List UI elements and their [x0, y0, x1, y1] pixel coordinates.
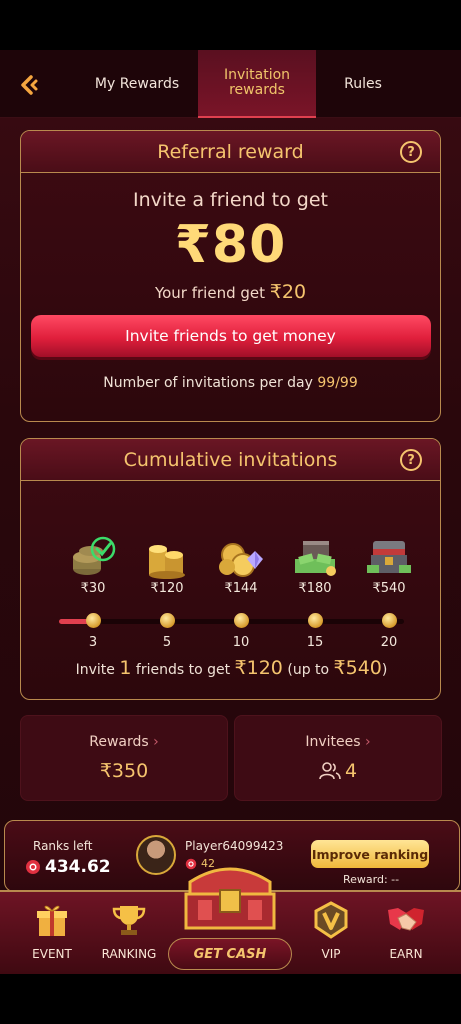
back-arrow-icon — [21, 75, 38, 95]
invitations-per-day-value: 99/99 — [317, 375, 358, 391]
ranks-left-value: 434.62 — [45, 857, 111, 877]
milestone-step: 3 — [88, 635, 98, 650]
handshake-icon — [388, 908, 424, 931]
referral-card-header: Referral reward ? — [21, 131, 440, 173]
milestone-2[interactable]: ₹120 — [137, 535, 197, 596]
progress-node — [382, 613, 397, 628]
invitees-value: 4 — [344, 760, 358, 782]
milestone-reward: ₹180 — [298, 581, 332, 596]
chevron-right-icon: › — [360, 734, 371, 750]
coins-gems-icon — [215, 535, 267, 579]
nav-event[interactable]: EVENT — [17, 900, 87, 961]
referral-reward-card: Referral reward ? Invite a friend to get… — [20, 130, 441, 422]
milestone-5[interactable]: ₹540 — [359, 535, 419, 596]
cumulative-card-header: Cumulative invitations ? — [21, 439, 440, 481]
nav-event-label: EVENT — [32, 947, 72, 961]
milestone-4[interactable]: ₹180 — [285, 535, 345, 596]
progress-node — [234, 613, 249, 628]
friend-reward-text: Your friend get ₹20 — [154, 281, 307, 303]
invitees-label: Invitees › — [305, 734, 371, 750]
referral-card-title: Referral reward — [157, 140, 304, 163]
referral-amount: ₹80 — [174, 215, 287, 275]
invitees-value-row: 4 — [235, 760, 441, 782]
rewards-value: ₹350 — [99, 760, 149, 782]
nav-earn-label: EARN — [389, 947, 423, 961]
gold-coins-icon — [141, 535, 193, 579]
treasure-chest-icon — [184, 867, 276, 930]
nav-get-cash[interactable]: GET CASH — [168, 862, 292, 972]
ranks-left-row: 434.62 — [25, 857, 111, 877]
invite-friends-button[interactable]: Invite friends to get money — [30, 315, 431, 357]
tab-rules[interactable]: Rules — [318, 50, 408, 118]
progress-node — [160, 613, 175, 628]
milestone-step: 5 — [162, 635, 172, 650]
nav-vip[interactable]: VIP — [296, 900, 366, 961]
vip-badge-icon — [314, 901, 348, 939]
tab-invitation-rewards[interactable]: Invitation rewards — [198, 50, 316, 118]
coin-stack-icon — [67, 535, 119, 579]
invitation-progress-track — [59, 619, 404, 624]
milestone-step: 15 — [306, 635, 324, 650]
rewards-label: Rewards › — [89, 734, 159, 750]
tab-my-rewards[interactable]: My Rewards — [78, 50, 196, 118]
chip-icon — [26, 860, 40, 874]
player-name: Player64099423 — [185, 839, 284, 853]
cash-chest-icon — [289, 535, 341, 579]
max-reward-amount: ₹540 — [333, 657, 382, 679]
trophy-icon — [112, 906, 146, 935]
invitees-stat-card[interactable]: Invitees › 4 — [234, 715, 442, 801]
friend-reward-amount: ₹20 — [269, 281, 307, 303]
chevron-right-icon: › — [148, 734, 159, 750]
rewards-stat-card[interactable]: Rewards › ₹350 — [20, 715, 228, 801]
milestone-reward: ₹30 — [80, 581, 106, 596]
invitation-screen: My Rewards Invitation rewards Rules Refe… — [0, 50, 461, 974]
invited-count: 1 — [119, 657, 132, 679]
milestone-3[interactable]: ₹144 — [211, 535, 271, 596]
back-button[interactable] — [14, 70, 44, 100]
nav-vip-label: VIP — [321, 947, 341, 961]
help-icon[interactable]: ? — [400, 141, 422, 163]
referral-subtitle: Invite a friend to get — [133, 189, 328, 211]
help-icon[interactable]: ? — [400, 449, 422, 471]
milestone-reward: ₹540 — [372, 581, 406, 596]
cumulative-invitations-card: Cumulative invitations ? ₹30 ₹120 ₹144 ₹… — [20, 438, 441, 700]
milestone-reward: ₹144 — [224, 581, 258, 596]
nav-earn[interactable]: EARN — [371, 900, 441, 961]
gift-icon — [37, 905, 67, 936]
milestone-step: 20 — [380, 635, 398, 650]
top-tab-bar: My Rewards Invitation rewards Rules — [0, 50, 461, 118]
bottom-navigation: EVENT RANKING GET CASH VIP EARN — [0, 867, 461, 974]
nav-ranking[interactable]: RANKING — [94, 900, 164, 961]
nav-ranking-label: RANKING — [101, 947, 157, 961]
reward-text: Reward: -- — [343, 873, 400, 886]
milestone-1[interactable]: ₹30 — [63, 535, 123, 596]
invitations-per-day: Number of invitations per day 99/99 — [103, 375, 358, 391]
cumulative-card-title: Cumulative invitations — [123, 448, 338, 471]
cumulative-summary: Invite 1 friends to get ₹120 (up to ₹540… — [75, 657, 388, 679]
milestone-reward: ₹120 — [150, 581, 184, 596]
milestone-step: 10 — [232, 635, 250, 650]
improve-ranking-button[interactable]: Improve ranking — [311, 840, 429, 868]
treasure-chest-icon — [363, 535, 415, 579]
users-icon — [319, 762, 341, 780]
next-reward-amount: ₹120 — [234, 657, 283, 679]
nav-get-cash-label: GET CASH — [168, 938, 292, 970]
progress-node — [308, 613, 323, 628]
progress-node — [86, 613, 101, 628]
ranks-left-label: Ranks left — [33, 839, 93, 853]
